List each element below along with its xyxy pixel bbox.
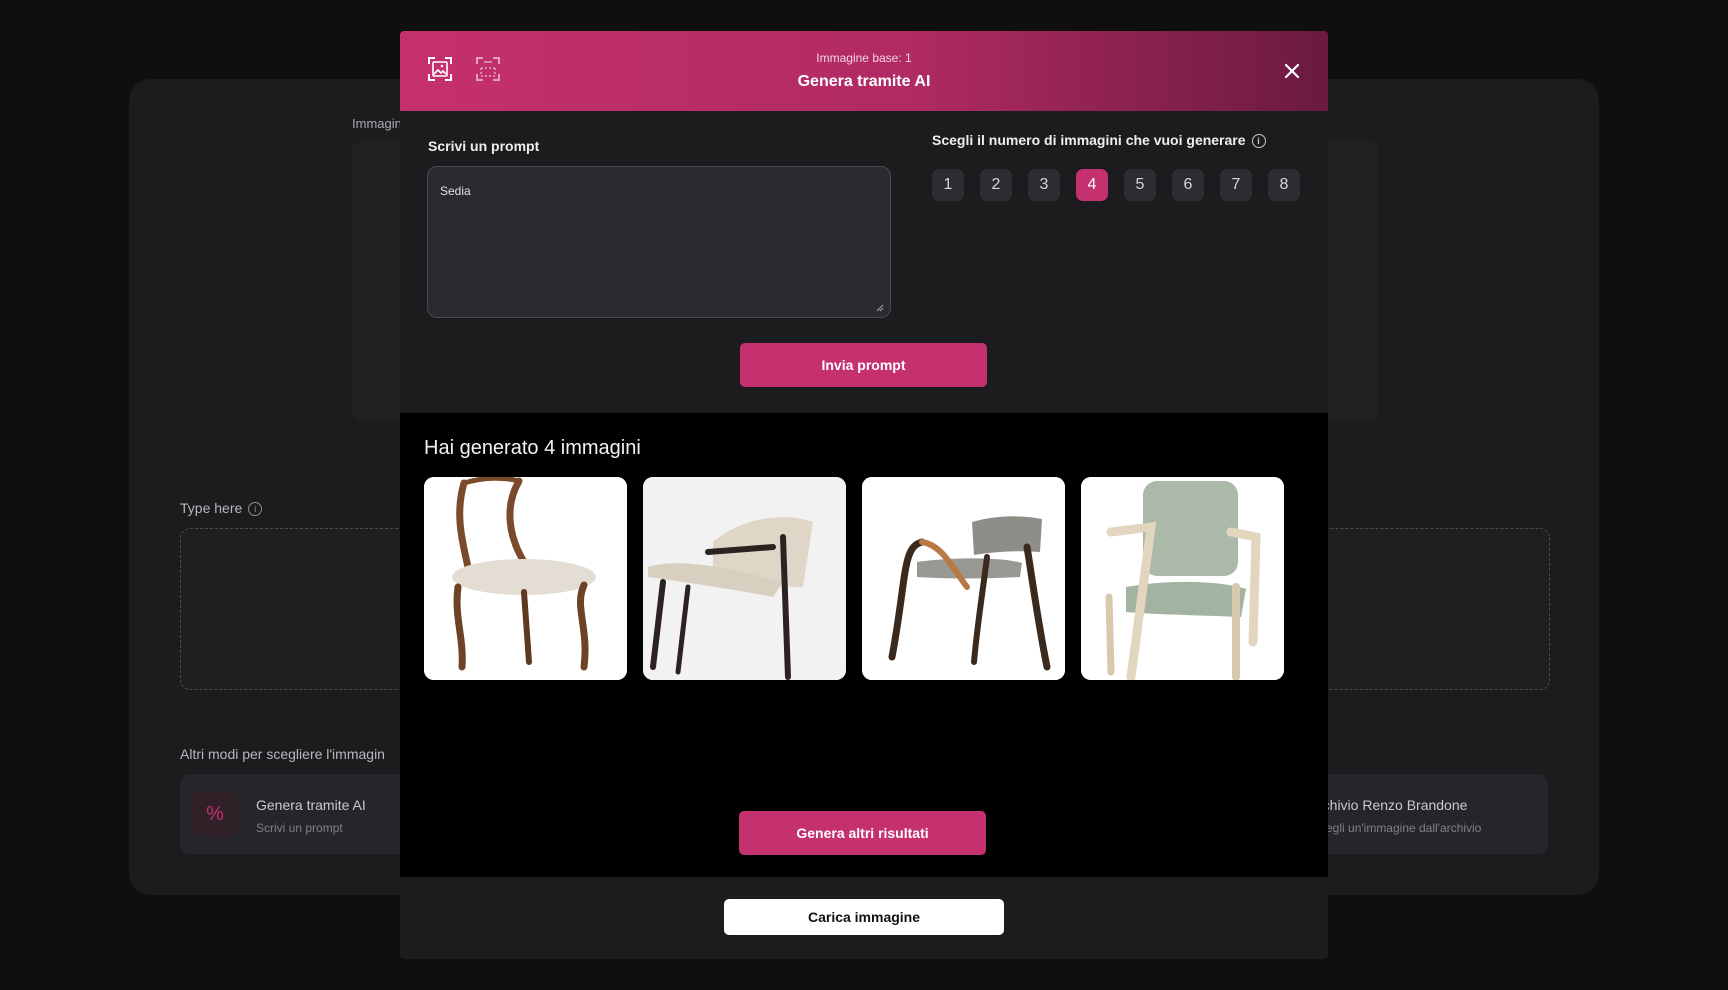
- option-archive-subtitle: egli un'immagine dall'archivio: [1326, 821, 1482, 835]
- count-option-1[interactable]: 1: [932, 169, 964, 201]
- percent-icon: %: [192, 791, 238, 837]
- type-here-label: Type here i: [180, 500, 263, 517]
- result-image-2[interactable]: [643, 477, 846, 680]
- results-title: Hai generato 4 immagini: [424, 437, 641, 459]
- prompt-input[interactable]: [427, 166, 891, 318]
- info-icon: i: [248, 502, 263, 517]
- prompt-label: Scrivi un prompt: [428, 138, 540, 154]
- upload-image-button[interactable]: Carica immagine: [724, 899, 1004, 935]
- generate-more-button[interactable]: Genera altri risultati: [739, 811, 986, 855]
- info-icon[interactable]: i: [1251, 134, 1266, 149]
- header-subtitle: Immagine base: 1: [816, 51, 912, 65]
- option-archive[interactable]: rchivio Renzo Brandone egli un'immagine …: [1318, 774, 1548, 854]
- option-ai-title: Genera tramite AI: [256, 797, 366, 813]
- results-panel: Hai generato 4 immagini Genera altri ris…: [400, 413, 1328, 877]
- result-image-1[interactable]: [424, 477, 627, 680]
- option-ai-subtitle: Scrivi un prompt: [256, 821, 343, 835]
- option-archive-title: rchivio Renzo Brandone: [1318, 797, 1468, 813]
- count-label-text: Scegli il numero di immagini che vuoi ge…: [932, 132, 1246, 148]
- count-option-4[interactable]: 4: [1076, 169, 1108, 201]
- result-image-3[interactable]: [862, 477, 1065, 680]
- count-option-8[interactable]: 8: [1268, 169, 1300, 201]
- count-label: Scegli il numero di immagini che vuoi ge…: [932, 132, 1266, 149]
- other-ways-label: Altri modi per scegliere l'immagin: [180, 746, 385, 762]
- modal-header: Immagine base: 1 Genera tramite AI: [400, 31, 1328, 111]
- count-option-2[interactable]: 2: [980, 169, 1012, 201]
- close-icon[interactable]: [1278, 57, 1306, 85]
- count-option-3[interactable]: 3: [1028, 169, 1060, 201]
- send-prompt-button[interactable]: Invia prompt: [740, 343, 987, 387]
- resize-handle-icon[interactable]: [874, 302, 884, 312]
- result-image-4[interactable]: [1081, 477, 1284, 680]
- type-here-text: Type here: [180, 500, 243, 516]
- count-option-6[interactable]: 6: [1172, 169, 1204, 201]
- upload-section-label: Immagin: [352, 116, 402, 131]
- generate-ai-modal: Immagine base: 1 Genera tramite AI Scriv…: [400, 31, 1328, 959]
- option-generate-ai[interactable]: % Genera tramite AI Scrivi un prompt: [180, 774, 410, 854]
- count-option-5[interactable]: 5: [1124, 169, 1156, 201]
- modal-title: Genera tramite AI: [797, 73, 931, 90]
- count-option-7[interactable]: 7: [1220, 169, 1252, 201]
